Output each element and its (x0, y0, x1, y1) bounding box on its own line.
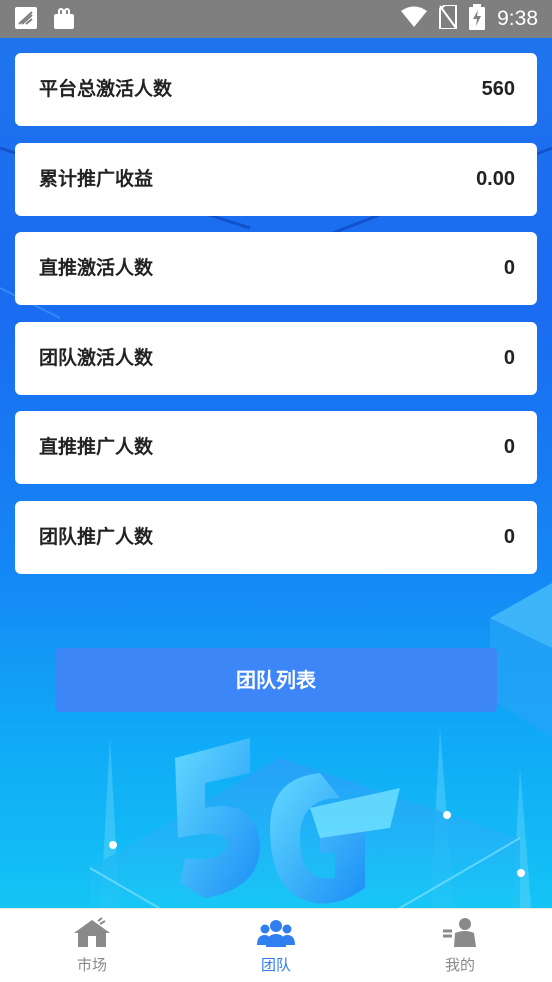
stat-value: 0 (503, 526, 515, 548)
status-bar: 9:38 (0, 0, 552, 38)
stat-value: 0 (503, 257, 515, 279)
bottom-tab-bar: 市场 团队 我的 (0, 908, 552, 982)
status-time: 9:38 (497, 7, 538, 30)
notification-icon (14, 6, 38, 30)
stat-card-total-earnings: 累计推广收益 0.00 (15, 143, 537, 216)
stat-card-team-activations: 团队激活人数 0 (15, 322, 537, 395)
stat-value: 0.00 (476, 168, 515, 190)
tab-team[interactable]: 团队 (184, 909, 368, 982)
no-sim-icon (439, 4, 458, 33)
stat-card-direct-activations: 直推激活人数 0 (15, 232, 537, 305)
stat-value: 0 (503, 347, 515, 369)
stat-card-team-referrals: 团队推广人数 0 (15, 501, 537, 574)
team-list-button[interactable]: 团队列表 (55, 648, 497, 712)
shopping-bag-icon (52, 6, 76, 30)
stat-label: 直推激活人数 (39, 257, 154, 279)
stat-value: 0 (503, 436, 515, 458)
team-icon (256, 917, 296, 949)
stat-label: 累计推广收益 (39, 168, 154, 190)
stat-card-direct-referrals: 直推推广人数 0 (15, 411, 537, 484)
battery-charging-icon (469, 4, 486, 34)
house-icon (72, 917, 112, 949)
person-icon (440, 917, 480, 949)
stat-label: 团队激活人数 (39, 347, 154, 369)
stat-value: 560 (481, 78, 515, 100)
wifi-icon (401, 6, 428, 32)
tab-market[interactable]: 市场 (0, 909, 184, 982)
tab-label: 团队 (260, 956, 291, 974)
stat-label: 团队推广人数 (39, 526, 154, 548)
stat-card-platform-activations: 平台总激活人数 560 (15, 53, 537, 126)
stat-label: 平台总激活人数 (39, 78, 173, 100)
tab-label: 我的 (444, 956, 475, 974)
tab-mine[interactable]: 我的 (368, 909, 552, 982)
stat-label: 直推推广人数 (39, 436, 154, 458)
tab-label: 市场 (76, 956, 107, 974)
